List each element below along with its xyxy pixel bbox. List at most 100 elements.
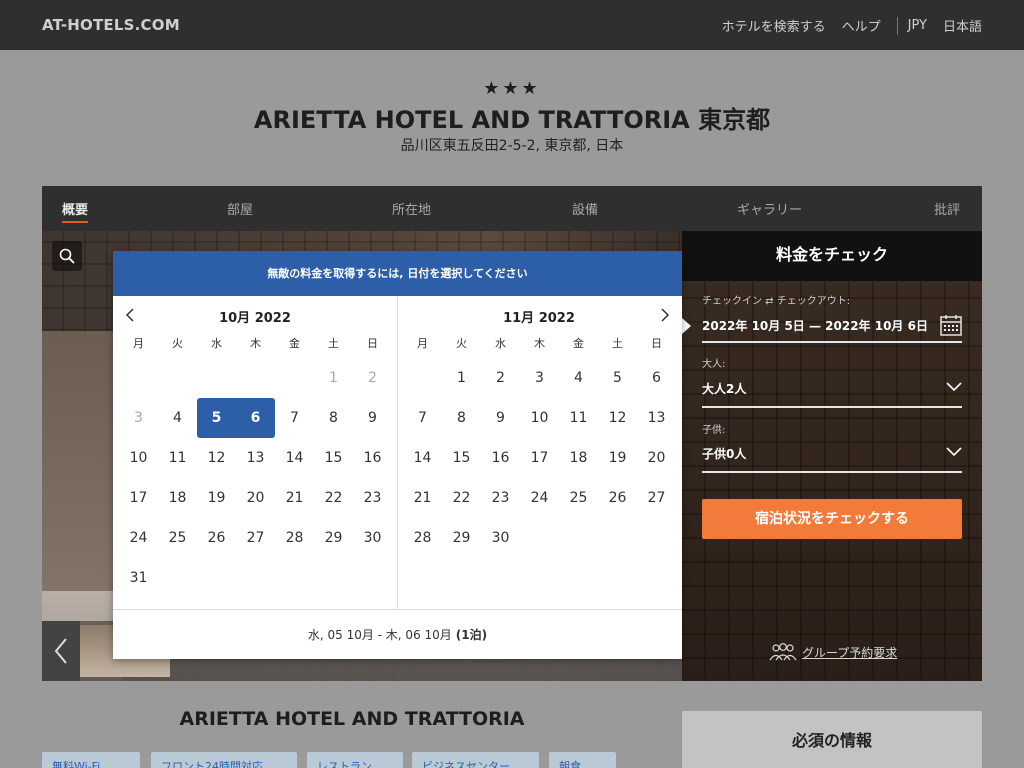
- calendar-day[interactable]: 16: [481, 438, 520, 478]
- calendar-day[interactable]: 21: [403, 478, 442, 518]
- calendar-day[interactable]: 28: [403, 518, 442, 558]
- calendar-day[interactable]: 20: [236, 478, 275, 518]
- weekday-label: 水: [495, 337, 506, 350]
- amenity-badge: レストラン: [307, 752, 403, 768]
- calendar-day[interactable]: 11: [559, 398, 598, 438]
- thumbnail-prev-button[interactable]: [42, 621, 80, 681]
- nav-help[interactable]: ヘルプ: [842, 16, 881, 35]
- chevron-down-icon: [946, 447, 962, 457]
- calendar-day[interactable]: 1: [442, 358, 481, 398]
- adults-label: 大人:: [702, 359, 726, 370]
- nav-search-hotels[interactable]: ホテルを検索する: [722, 16, 826, 35]
- calendar-day[interactable]: 8: [314, 398, 353, 438]
- calendar-day[interactable]: 23: [481, 478, 520, 518]
- calendar-day[interactable]: 2: [481, 358, 520, 398]
- calendar-day[interactable]: 17: [119, 478, 158, 518]
- calendar-day[interactable]: 7: [403, 398, 442, 438]
- calendar-day[interactable]: 28: [275, 518, 314, 558]
- month-title-november: 11月 2022: [503, 311, 575, 326]
- group-booking-link[interactable]: グループ予約要求: [768, 642, 897, 662]
- calendar-day[interactable]: 14: [403, 438, 442, 478]
- calendar-day[interactable]: 10: [520, 398, 559, 438]
- datepicker: 無敵の料金を取得するには, 日付を選択してください 10月 2022 11月 2…: [113, 251, 682, 659]
- calendar-day[interactable]: 22: [314, 478, 353, 518]
- weekday-label: 土: [612, 337, 623, 350]
- tab-location[interactable]: 所在地: [392, 199, 431, 218]
- calendar-day[interactable]: 12: [598, 398, 637, 438]
- month-title-october: 10月 2022: [219, 311, 291, 326]
- next-month-icon[interactable]: [660, 307, 670, 323]
- children-select[interactable]: 子供0人: [702, 445, 962, 462]
- calendar-day[interactable]: 18: [559, 438, 598, 478]
- calendar-day[interactable]: 14: [275, 438, 314, 478]
- calendar-day[interactable]: 19: [197, 478, 236, 518]
- calendar-day[interactable]: 5: [598, 358, 637, 398]
- calendar-day[interactable]: 26: [598, 478, 637, 518]
- weekday-label: 日: [367, 337, 378, 350]
- calendar-day[interactable]: 7: [275, 398, 314, 438]
- calendar-day[interactable]: 26: [197, 518, 236, 558]
- booking-heading: 料金をチェック: [682, 231, 982, 281]
- calendar-day[interactable]: 27: [236, 518, 275, 558]
- site-logo[interactable]: AT-HOTELS.COM: [42, 16, 180, 34]
- calendar-day[interactable]: 23: [353, 478, 392, 518]
- amenity-badge: ビジネスセンター: [412, 752, 539, 768]
- calendar-day[interactable]: 4: [559, 358, 598, 398]
- calendar-day[interactable]: 20: [637, 438, 676, 478]
- currency-selector[interactable]: JPY: [908, 18, 927, 33]
- calendar-day[interactable]: 22: [442, 478, 481, 518]
- calendar-day[interactable]: 10: [119, 438, 158, 478]
- calendar-day[interactable]: 16: [353, 438, 392, 478]
- tab-overview[interactable]: 概要: [62, 199, 89, 223]
- calendar-day[interactable]: 4: [158, 398, 197, 438]
- calendar-day[interactable]: 30: [353, 518, 392, 558]
- weekday-label: 火: [456, 337, 467, 350]
- calendar-day[interactable]: 11: [158, 438, 197, 478]
- calendar-day[interactable]: 9: [353, 398, 392, 438]
- group-booking-label: グループ予約要求: [802, 645, 898, 660]
- calendar-day[interactable]: 13: [236, 438, 275, 478]
- zoom-search-button[interactable]: [52, 241, 82, 271]
- calendar-day[interactable]: 19: [598, 438, 637, 478]
- calendar-day[interactable]: 8: [442, 398, 481, 438]
- calendar-day[interactable]: 25: [559, 478, 598, 518]
- tab-gallery[interactable]: ギャラリー: [737, 199, 802, 218]
- calendar-day[interactable]: 27: [637, 478, 676, 518]
- calendar-day[interactable]: 24: [119, 518, 158, 558]
- calendar-day[interactable]: 24: [520, 478, 559, 518]
- calendar-day[interactable]: 12: [197, 438, 236, 478]
- lower-hotel-title: ARIETTA HOTEL AND TRATTORIA: [179, 708, 525, 730]
- tab-rooms[interactable]: 部屋: [227, 199, 253, 218]
- adults-select[interactable]: 大人2人: [702, 380, 962, 397]
- calendar-day[interactable]: 13: [637, 398, 676, 438]
- calendar-day[interactable]: 9: [481, 398, 520, 438]
- calendar-day[interactable]: 6: [236, 398, 275, 438]
- weekday-label: 土: [328, 337, 339, 350]
- calendar-day[interactable]: 3: [520, 358, 559, 398]
- weekday-label: 金: [289, 337, 300, 350]
- weekday-label: 木: [250, 337, 261, 350]
- language-selector[interactable]: 日本語: [943, 16, 982, 35]
- calendar-day[interactable]: 15: [442, 438, 481, 478]
- calendar-day[interactable]: 5: [197, 398, 236, 438]
- calendar-day[interactable]: 29: [314, 518, 353, 558]
- calendar-day[interactable]: 3: [119, 398, 158, 438]
- calendar-day[interactable]: 6: [637, 358, 676, 398]
- tab-reviews[interactable]: 批評: [934, 199, 960, 218]
- calendar-day[interactable]: 30: [481, 518, 520, 558]
- check-availability-button[interactable]: 宿泊状況をチェックする: [702, 499, 962, 539]
- tab-facilities[interactable]: 設備: [572, 199, 598, 218]
- calendar-icon[interactable]: [940, 314, 962, 336]
- calendar-day[interactable]: 21: [275, 478, 314, 518]
- calendar-day[interactable]: 18: [158, 478, 197, 518]
- datepicker-divider: [397, 296, 398, 609]
- calendar-day[interactable]: 31: [119, 558, 158, 598]
- dates-field[interactable]: 2022年 10月 5日 — 2022年 10月 6日: [702, 317, 962, 334]
- calendar-day[interactable]: 2: [353, 358, 392, 398]
- calendar-day[interactable]: 29: [442, 518, 481, 558]
- calendar-day[interactable]: 1: [314, 358, 353, 398]
- calendar-day[interactable]: 25: [158, 518, 197, 558]
- calendar-day[interactable]: 15: [314, 438, 353, 478]
- calendar-day[interactable]: 17: [520, 438, 559, 478]
- weekday-label: 火: [172, 337, 183, 350]
